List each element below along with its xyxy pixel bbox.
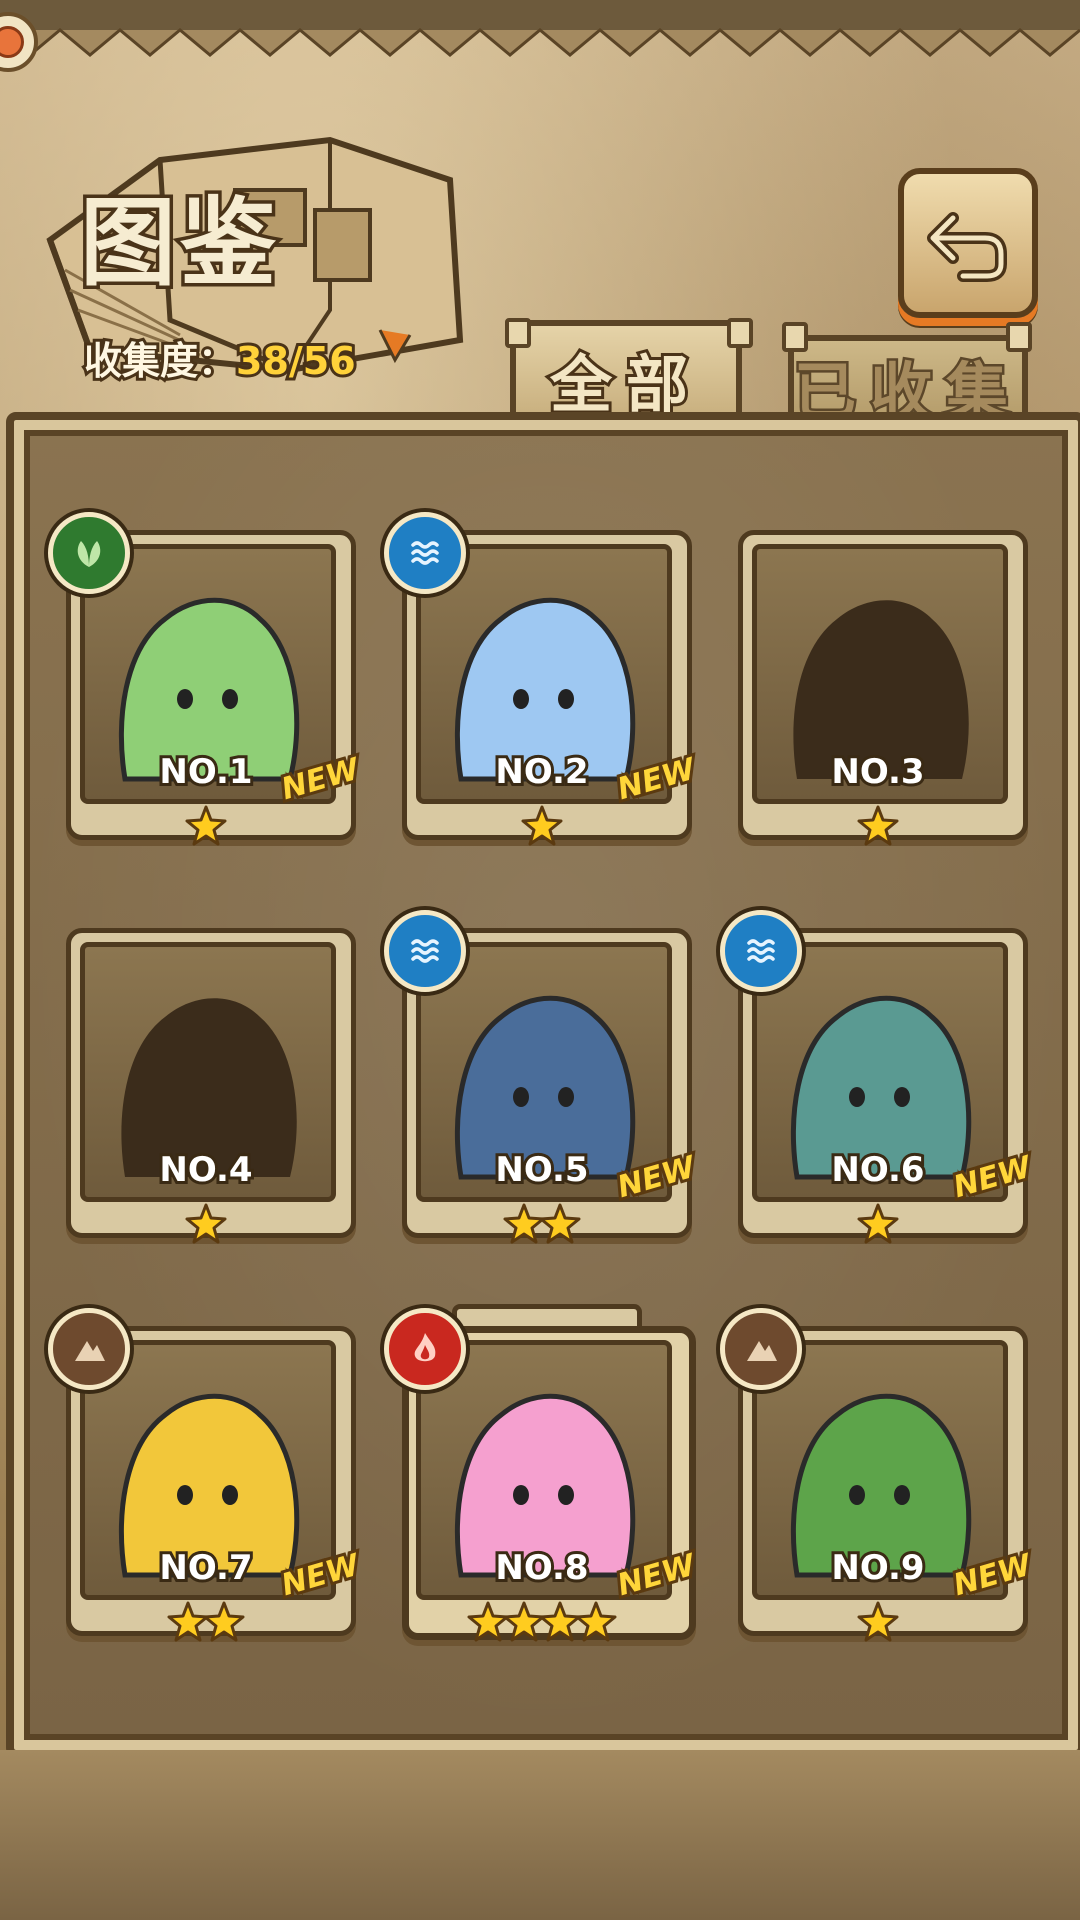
star-icon [185,805,227,847]
tab-post [505,318,531,348]
creature-card[interactable]: NO.3 [738,530,1028,851]
creature-card[interactable]: NO.5 NEW [384,910,702,1249]
creature-card[interactable]: NO.1 NEW [48,512,366,851]
star-icon [185,1203,227,1245]
page-title: 图鉴 [77,183,280,303]
star-icon [521,805,563,847]
water-icon [720,910,802,992]
star-rating [402,805,682,851]
back-button[interactable] [898,168,1038,318]
bottom-ground [0,1750,1080,1920]
star-icon [203,1601,245,1643]
creature-card[interactable]: NO.9 NEW [720,1308,1038,1647]
card-number: NO.3 [828,749,927,795]
collection-value: 38/56 [233,336,359,386]
card-number: NO.4 [156,1147,255,1193]
collection-progress: 收集度：38/56 [81,330,359,386]
tab-post [782,322,808,352]
earth-icon [720,1308,802,1390]
star-icon [575,1601,617,1643]
earth-icon [48,1308,130,1390]
leaf-icon [48,512,130,594]
creature-card[interactable]: NO.8 NEW [384,1304,702,1647]
tab-post [1006,322,1032,352]
tab-post [727,318,753,348]
creature-card[interactable]: NO.6 NEW [720,910,1038,1249]
top-zigzag-border [0,0,1080,57]
fire-icon [384,1308,466,1390]
creature-card[interactable]: NO.7 NEW [48,1308,366,1647]
star-icon [857,1203,899,1245]
star-rating [66,805,346,851]
star-rating [402,1203,682,1249]
star-rating [66,1203,346,1249]
water-icon [384,910,466,992]
star-rating [738,1601,1018,1647]
star-rating [402,1601,682,1647]
star-icon [857,1601,899,1643]
creature-card[interactable]: NO.2 NEW [384,512,702,851]
water-icon [384,512,466,594]
star-rating [738,805,1018,851]
star-rating [738,1203,1018,1249]
creature-card[interactable]: NO.4 [66,928,356,1249]
star-rating [66,1601,346,1647]
star-icon [539,1203,581,1245]
star-icon [857,805,899,847]
return-arrow-icon [927,212,1007,282]
collection-label: 收集度： [81,336,239,386]
